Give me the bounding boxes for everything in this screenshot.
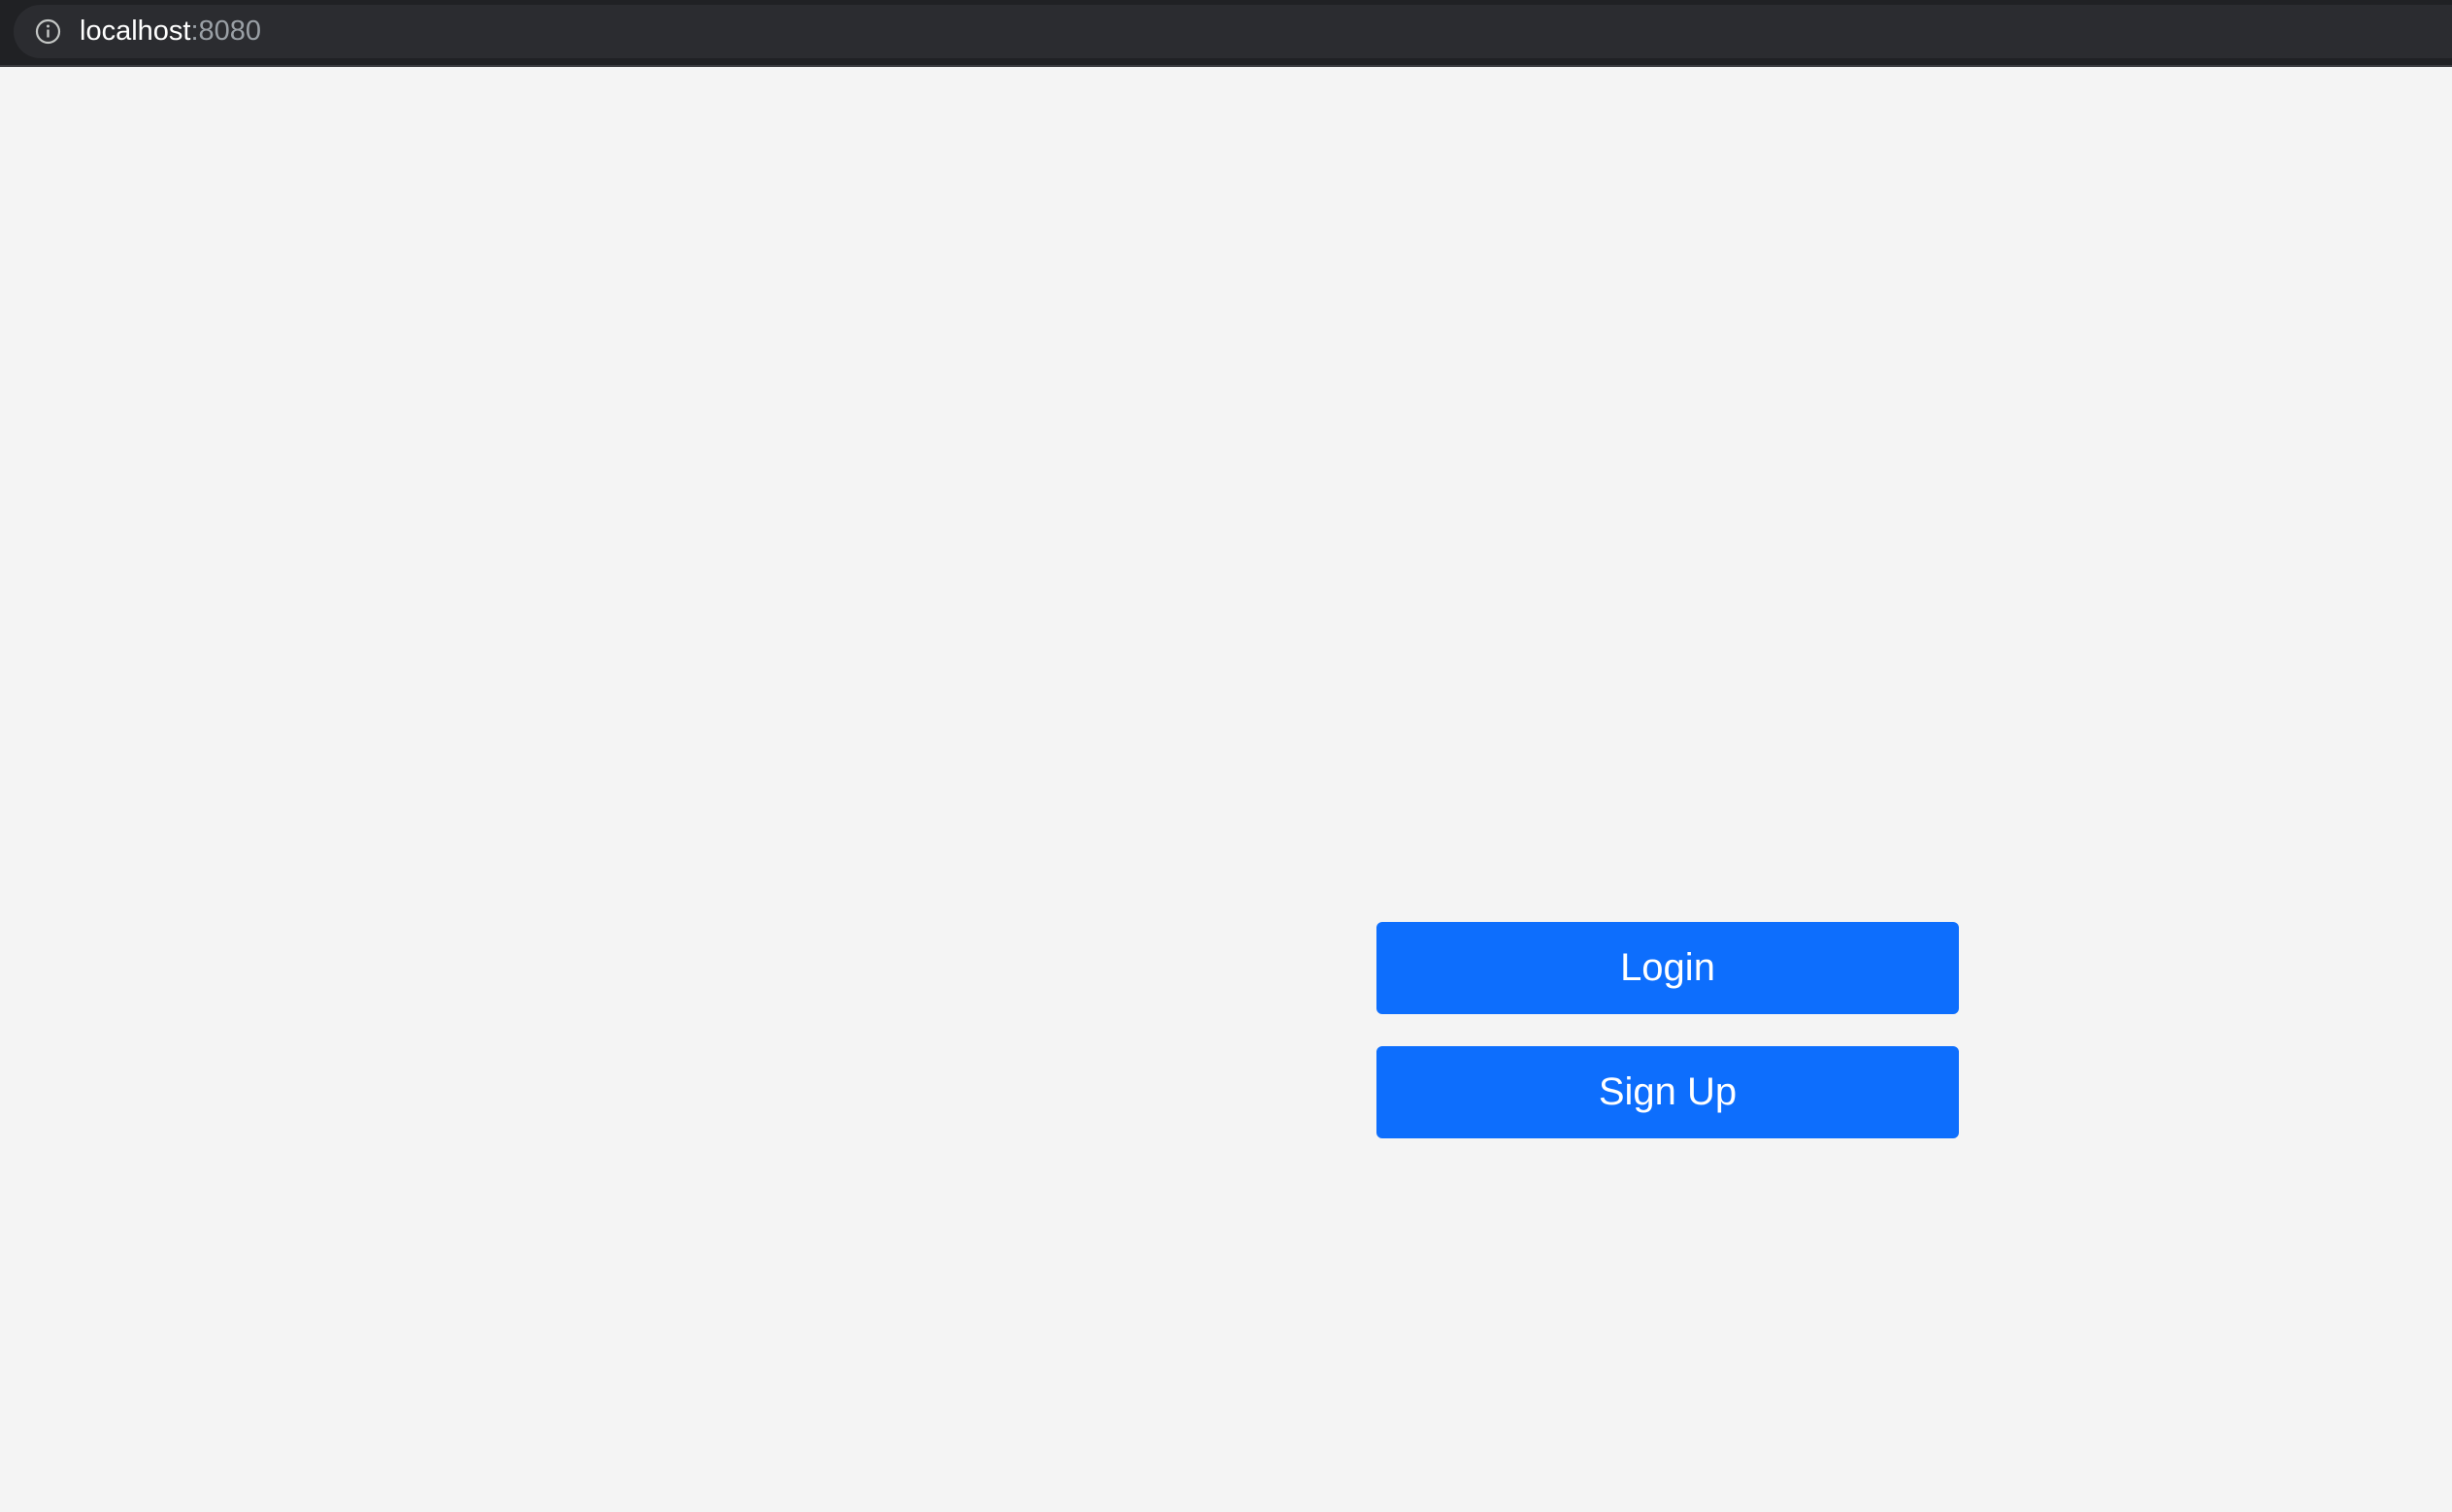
address-bar[interactable] — [14, 5, 2452, 58]
page-content: Login Sign Up — [0, 67, 2452, 1512]
address-port: :8080 — [190, 16, 262, 47]
address-url[interactable]: localhost:8080 — [80, 14, 261, 49]
login-button[interactable]: Login — [1376, 922, 1959, 1014]
address-host: localhost — [80, 16, 191, 47]
browser-toolbar: localhost:8080 — [0, 0, 2452, 67]
signup-button[interactable]: Sign Up — [1376, 1046, 1959, 1138]
info-icon[interactable] — [35, 18, 61, 45]
